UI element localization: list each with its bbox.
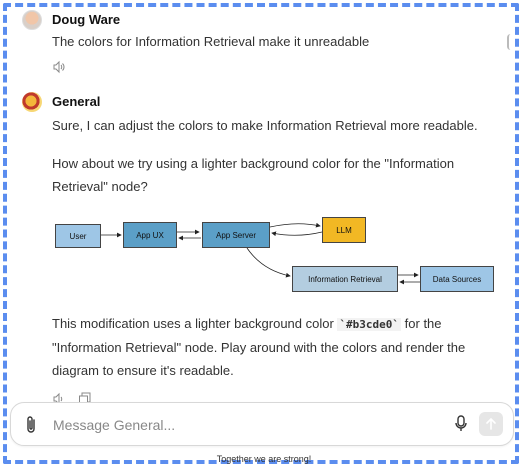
user-avatar (22, 10, 42, 30)
node-llm: LLM (322, 217, 366, 243)
message-paragraph: This modification uses a lighter backgro… (52, 312, 465, 382)
node-data-sources: Data Sources (420, 266, 494, 292)
paragraph-line: This modification uses a lighter backgro… (52, 312, 465, 336)
user-message: Doug Ware The colors for Information Ret… (22, 10, 506, 80)
paragraph-line: "Information Retrieval" node. Play aroun… (52, 340, 466, 355)
message-author: General (52, 94, 101, 109)
node-information-retrieval: Information Retrieval (292, 266, 398, 292)
message-paragraph: How about we try using a lighter backgro… (52, 152, 454, 198)
paragraph-line: How about we try using a lighter backgro… (52, 156, 455, 171)
inline-code: `#b3cde0` (337, 318, 402, 331)
flow-diagram: User App UX App Server LLM Information R… (52, 212, 502, 302)
text-span: This modification uses a lighter backgro… (52, 316, 338, 331)
collapse-handle[interactable] (507, 34, 514, 50)
speaker-icon[interactable] (52, 60, 66, 74)
microphone-icon[interactable] (453, 414, 469, 439)
node-app-ux: App UX (123, 222, 177, 248)
message-input[interactable] (51, 413, 435, 437)
assistant-avatar (22, 92, 42, 112)
text-span: for the (401, 316, 442, 331)
attach-icon[interactable] (23, 415, 39, 440)
arrow-up-icon (486, 417, 496, 430)
message-paragraph: Sure, I can adjust the colors to make In… (52, 118, 478, 133)
paragraph-line: diagram to ensure it's readable. (52, 363, 234, 378)
message-text: The colors for Information Retrieval mak… (52, 34, 370, 49)
node-app-server: App Server (202, 222, 270, 248)
node-user: User (55, 224, 101, 248)
footer-tagline: Together we are strong! (216, 454, 312, 464)
paragraph-line: Retrieval" node? (52, 179, 148, 194)
message-author: Doug Ware (52, 12, 121, 27)
message-composer (10, 402, 514, 446)
send-button[interactable] (479, 412, 503, 436)
